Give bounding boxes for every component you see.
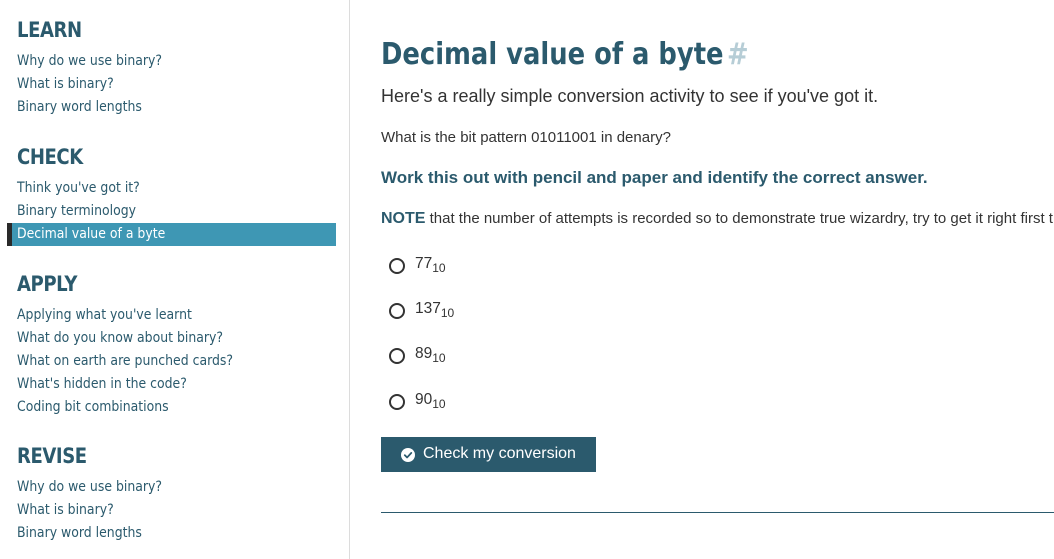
check-circle-icon <box>401 448 415 462</box>
radio-button[interactable] <box>389 394 405 410</box>
sidebar-item-label: Binary terminology <box>17 203 137 219</box>
sidebar-item-label: What's hidden in the code? <box>17 376 187 392</box>
sidebar-item-binary-terminology[interactable]: Binary terminology <box>0 200 350 223</box>
sidebar-item-label: What is binary? <box>17 502 114 518</box>
nav-list-apply: Applying what you've learnt What do you … <box>0 304 350 419</box>
sidebar-item-binary-word-lengths-revise[interactable]: Binary word lengths <box>0 522 350 545</box>
nav-list-revise: Why do we use binary? What is binary? Bi… <box>0 476 350 545</box>
sidebar-item-label: Why do we use binary? <box>17 479 163 495</box>
radio-button[interactable] <box>389 348 405 364</box>
answer-option-label: 9010 <box>415 391 446 411</box>
sidebar-item-decimal-value-of-a-byte[interactable]: Decimal value of a byte <box>7 223 336 246</box>
option-base: 10 <box>440 306 455 320</box>
note-body: that the number of attempts is recorded … <box>425 210 1054 227</box>
note-text: NOTE that the number of attempts is reco… <box>381 210 1054 228</box>
page: LEARN Why do we use binary? What is bina… <box>0 0 1054 559</box>
sidebar-item-label: Binary word lengths <box>17 525 142 541</box>
sidebar-item-label: Binary word lengths <box>17 99 142 115</box>
main-content: Decimal value of a byte # Here's a really… <box>381 0 1054 559</box>
sidebar-item-label: Applying what you've learnt <box>17 307 192 323</box>
option-value: 77 <box>415 255 433 272</box>
sidebar-item-label: What on earth are punched cards? <box>17 353 234 369</box>
page-title-text: Decimal value of a byte <box>381 37 724 72</box>
sidebar-item-label: Coding bit combinations <box>17 399 169 415</box>
sidebar-item-what-is-binary[interactable]: What is binary? <box>0 73 350 96</box>
intro-text: Here's a really simple conversion activi… <box>381 86 879 106</box>
option-base: 10 <box>432 397 446 411</box>
sidebar-item-why-binary[interactable]: Why do we use binary? <box>0 50 350 73</box>
answer-option-label: 7710 <box>415 255 446 275</box>
sidebar-item-what-do-you-know[interactable]: What do you know about binary? <box>0 327 350 350</box>
sidebar-item-binary-word-lengths[interactable]: Binary word lengths <box>0 96 350 119</box>
sidebar-item-label: What is binary? <box>17 76 114 92</box>
divider <box>381 512 1054 513</box>
sidebar-item-label: Decimal value of a byte <box>17 226 166 242</box>
option-value: 90 <box>415 391 433 408</box>
nav-list-learn: Why do we use binary? What is binary? Bi… <box>0 50 350 119</box>
sidebar-item-think-youve-got-it[interactable]: Think you've got it? <box>0 177 350 200</box>
sidebar-item-punched-cards[interactable]: What on earth are punched cards? <box>0 350 350 373</box>
section-heading-apply: APPLY <box>17 272 78 296</box>
sidebar-item-hidden-in-code[interactable]: What's hidden in the code? <box>0 373 350 396</box>
page-title: Decimal value of a byte # <box>381 36 749 74</box>
sidebar-item-label: What do you know about binary? <box>17 330 224 346</box>
check-button-label: Check my conversion <box>423 445 576 462</box>
answer-option-label: 13710 <box>415 300 454 320</box>
check-conversion-button[interactable]: Check my conversion <box>381 437 596 472</box>
sidebar-item-applying-what-youve-learnt[interactable]: Applying what you've learnt <box>0 304 350 327</box>
radio-button[interactable] <box>389 258 405 274</box>
sidebar-item-label: Think you've got it? <box>17 180 140 196</box>
option-value: 137 <box>415 300 441 317</box>
title-anchor-link[interactable]: # <box>727 37 749 72</box>
sidebar-item-what-is-binary-revise[interactable]: What is binary? <box>0 499 350 522</box>
note-label: NOTE <box>381 210 426 227</box>
answer-option-label: 8910 <box>415 345 446 365</box>
option-base: 10 <box>432 351 446 365</box>
section-heading-learn: LEARN <box>17 18 82 42</box>
option-value: 89 <box>415 345 433 362</box>
option-base: 10 <box>432 261 446 275</box>
nav-list-check: Think you've got it? Binary terminology … <box>0 177 350 246</box>
sidebar-item-why-binary-revise[interactable]: Why do we use binary? <box>0 476 350 499</box>
section-heading-check: CHECK <box>17 145 83 169</box>
instruction-text: Work this out with pencil and paper and … <box>381 168 928 187</box>
question-text: What is the bit pattern 01011001 in dena… <box>381 129 671 146</box>
sidebar-nav: LEARN Why do we use binary? What is bina… <box>0 0 350 559</box>
section-heading-revise: REVISE <box>17 444 87 468</box>
radio-button[interactable] <box>389 303 405 319</box>
sidebar-item-label: Why do we use binary? <box>17 53 163 69</box>
sidebar-item-coding-bit-combinations[interactable]: Coding bit combinations <box>0 396 350 419</box>
